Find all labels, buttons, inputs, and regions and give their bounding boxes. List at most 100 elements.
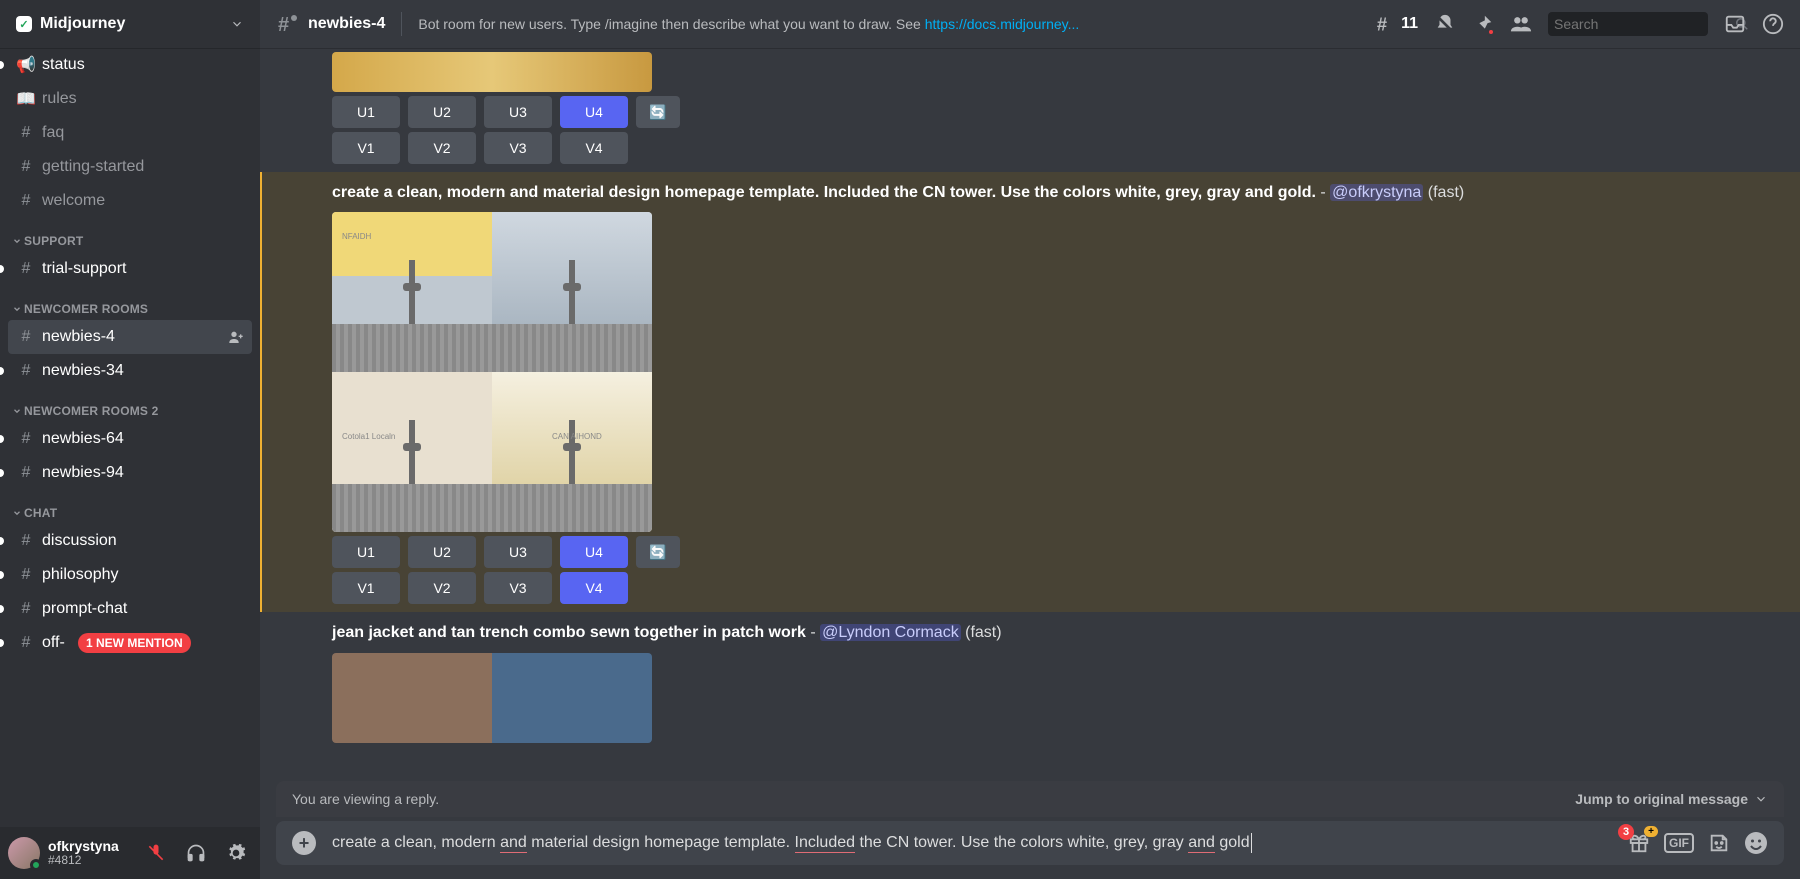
message: U1 U2 U3 U4 🔄 V1 V2 V3 V4 bbox=[260, 52, 1800, 172]
channel-topic[interactable]: Bot room for new users. Type /imagine th… bbox=[418, 16, 1359, 32]
search-input[interactable] bbox=[1554, 16, 1735, 32]
variation-1-button[interactable]: V1 bbox=[332, 572, 400, 604]
pinned-icon[interactable] bbox=[1472, 13, 1494, 35]
upscale-2-button[interactable]: U2 bbox=[408, 536, 476, 568]
variation-3-button[interactable]: V3 bbox=[484, 572, 552, 604]
channel-getting-started[interactable]: # getting-started bbox=[8, 150, 252, 184]
button-row: V1 V2 V3 V4 bbox=[332, 572, 1784, 604]
variation-2-button[interactable]: V2 bbox=[408, 572, 476, 604]
message-text: jean jacket and tan trench combo sewn to… bbox=[332, 616, 1784, 648]
channel-newbies-94[interactable]: # newbies-94 bbox=[8, 456, 252, 490]
image-attachment[interactable] bbox=[332, 653, 652, 743]
image-attachment[interactable]: NFAIDH Cotola1 Localn CAN AIHOND bbox=[332, 212, 652, 532]
upscale-2-button[interactable]: U2 bbox=[408, 96, 476, 128]
book-icon: 📖 bbox=[16, 89, 36, 109]
category-support[interactable]: SUPPORT bbox=[8, 218, 252, 252]
variation-2-button[interactable]: V2 bbox=[408, 132, 476, 164]
reply-bar: You are viewing a reply. Jump to origina… bbox=[276, 781, 1784, 817]
avatar[interactable] bbox=[8, 837, 40, 869]
reroll-button[interactable]: 🔄 bbox=[636, 96, 680, 128]
headphones-icon[interactable] bbox=[180, 837, 212, 869]
button-row: U1 U2 U3 U4 🔄 bbox=[332, 96, 1784, 128]
hash-lock-icon: # bbox=[16, 328, 36, 346]
chevron-down-icon bbox=[230, 17, 244, 31]
channel-prompt-chat[interactable]: # prompt-chat bbox=[8, 592, 252, 626]
mention-badge[interactable]: 1 NEW MENTION bbox=[78, 633, 191, 653]
notification-dot-icon bbox=[1487, 28, 1495, 36]
upscale-3-button[interactable]: U3 bbox=[484, 536, 552, 568]
channel-status[interactable]: 📢 status bbox=[8, 48, 252, 82]
hash-icon: # bbox=[16, 634, 36, 652]
hash-icon: # bbox=[16, 192, 36, 210]
user-info[interactable]: ofkrystyna #4812 bbox=[48, 839, 140, 868]
message-highlighted: create a clean, modern and material desi… bbox=[260, 172, 1800, 612]
upscale-1-button[interactable]: U1 bbox=[332, 536, 400, 568]
channel-discussion[interactable]: # discussion bbox=[8, 524, 252, 558]
channel-title: newbies-4 bbox=[308, 15, 385, 33]
help-icon[interactable] bbox=[1762, 13, 1784, 35]
main-content: # newbies-4 Bot room for new users. Type… bbox=[260, 0, 1800, 879]
hash-lock-icon: # bbox=[16, 464, 36, 482]
variation-1-button[interactable]: V1 bbox=[332, 132, 400, 164]
divider bbox=[401, 12, 402, 36]
speaker-icon: 📢 bbox=[16, 55, 36, 75]
variation-4-button[interactable]: V4 bbox=[560, 132, 628, 164]
channel-welcome[interactable]: # welcome bbox=[8, 184, 252, 218]
hash-lock-icon: # bbox=[16, 362, 36, 380]
notifications-icon[interactable] bbox=[1434, 13, 1456, 35]
hash-icon: # bbox=[16, 566, 36, 584]
channel-newbies-64[interactable]: # newbies-64 bbox=[8, 422, 252, 456]
server-header[interactable]: ✓ Midjourney bbox=[0, 0, 260, 48]
user-panel: ofkrystyna #4812 bbox=[0, 827, 260, 879]
svg-text:#: # bbox=[278, 14, 289, 36]
channel-trial-support[interactable]: # trial-support bbox=[8, 252, 252, 286]
inbox-icon[interactable] bbox=[1724, 13, 1746, 35]
channel-newbies-4[interactable]: # newbies-4 bbox=[8, 320, 252, 354]
topic-link[interactable]: https://docs.midjourney... bbox=[925, 16, 1080, 32]
variation-3-button[interactable]: V3 bbox=[484, 132, 552, 164]
channel-philosophy[interactable]: # philosophy bbox=[8, 558, 252, 592]
gift-badge-icon: + bbox=[1644, 826, 1658, 837]
image-attachment[interactable] bbox=[332, 52, 652, 92]
channel-sidebar: ✓ Midjourney 📢 status 📖 rules # faq # ge… bbox=[0, 0, 260, 879]
upscale-3-button[interactable]: U3 bbox=[484, 96, 552, 128]
channel-newbies-34[interactable]: # newbies-34 bbox=[8, 354, 252, 388]
channel-list[interactable]: 📢 status 📖 rules # faq # getting-started… bbox=[0, 48, 260, 827]
message-input[interactable]: + create a clean, modern and material de… bbox=[276, 821, 1784, 865]
gear-icon[interactable] bbox=[220, 837, 252, 869]
hash-icon: # bbox=[16, 600, 36, 618]
attach-button[interactable]: + bbox=[292, 831, 316, 855]
members-icon[interactable] bbox=[1510, 13, 1532, 35]
channel-rules[interactable]: 📖 rules bbox=[8, 82, 252, 116]
jump-to-original-button[interactable]: Jump to original message bbox=[1575, 791, 1768, 807]
user-mention[interactable]: @Lyndon Cormack bbox=[820, 624, 961, 641]
reroll-icon: 🔄 bbox=[649, 104, 666, 121]
channel-off-topic[interactable]: # off- 1 NEW MENTION bbox=[8, 626, 252, 660]
gift-button[interactable]: + 3 bbox=[1628, 832, 1650, 854]
reroll-icon: 🔄 bbox=[649, 544, 666, 561]
upscale-4-button[interactable]: U4 bbox=[560, 536, 628, 568]
mic-muted-icon[interactable] bbox=[140, 837, 172, 869]
emoji-button[interactable] bbox=[1744, 831, 1768, 855]
message-input-text[interactable]: create a clean, modern and material desi… bbox=[332, 833, 1616, 853]
category-chat[interactable]: CHAT bbox=[8, 490, 252, 524]
gif-button[interactable]: GIF bbox=[1664, 833, 1694, 853]
upscale-4-button[interactable]: U4 bbox=[560, 96, 628, 128]
variation-4-button[interactable]: V4 bbox=[560, 572, 628, 604]
reroll-button[interactable]: 🔄 bbox=[636, 536, 680, 568]
channel-faq[interactable]: # faq bbox=[8, 116, 252, 150]
sticker-button[interactable] bbox=[1708, 832, 1730, 854]
category-newcomer-rooms-2[interactable]: NEWCOMER ROOMS 2 bbox=[8, 388, 252, 422]
server-name: Midjourney bbox=[40, 15, 230, 33]
user-mention[interactable]: @ofkrystyna bbox=[1330, 184, 1423, 201]
status-online-icon bbox=[30, 859, 42, 871]
message-text: create a clean, modern and material desi… bbox=[332, 176, 1784, 208]
message-list[interactable]: U1 U2 U3 U4 🔄 V1 V2 V3 V4 create a clean… bbox=[260, 48, 1800, 879]
threads-button[interactable]: # 11 bbox=[1375, 13, 1418, 35]
hash-icon: # bbox=[16, 158, 36, 176]
add-user-icon[interactable] bbox=[228, 329, 244, 345]
search-box[interactable] bbox=[1548, 12, 1708, 36]
upscale-1-button[interactable]: U1 bbox=[332, 96, 400, 128]
message: jean jacket and tan trench combo sewn to… bbox=[260, 612, 1800, 750]
category-newcomer-rooms[interactable]: NEWCOMER ROOMS bbox=[8, 286, 252, 320]
